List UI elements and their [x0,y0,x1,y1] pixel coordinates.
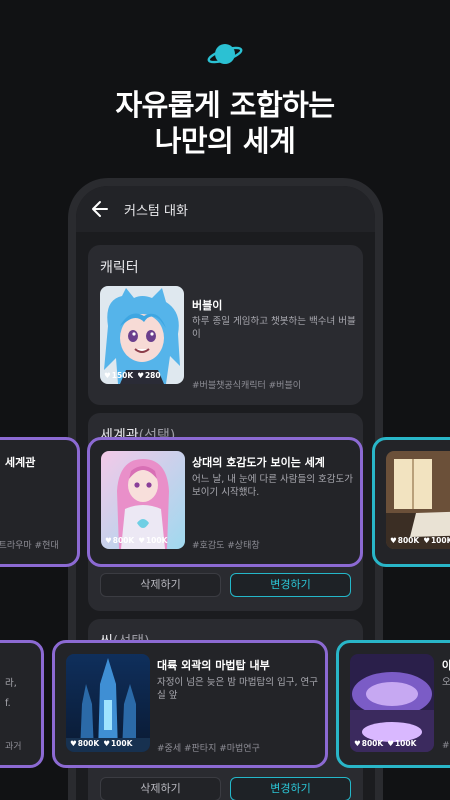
heart-icon: ♥ [105,536,112,545]
world-change-button[interactable]: 변경하기 [230,573,351,597]
scene-card-selected[interactable]: ♥ 800K ♥ 100K 대륙 외곽의 마법탑 내부 자정이 넘은 늦은 밤 마법… [52,640,328,768]
world-card-selected[interactable]: ♥ 800K ♥ 100K 상대의 호감도가 보이는 세계 어느 날, 내 눈에 다… [87,437,363,567]
views-count: 800K [397,536,420,545]
world-description: 어느 날, 내 눈에 다른 사람들의 호감도가 보이기 시작했다. [192,474,353,498]
views-count: 800K [77,739,100,748]
scene-right-tags: # [442,741,450,751]
heart-icon: ♥ [138,536,145,545]
scene-name: 대륙 외곽의 마법탑 내부 [157,659,270,672]
scene-left-tags: 과거 [5,742,22,752]
likes-count: 100K [110,739,133,748]
scene-right-stats: ♥ 800K ♥ 100K [354,739,416,748]
scene-card-right[interactable]: ♥800K ♥100K 아 오 # [336,640,450,768]
scene-stats: ♥ 800K ♥ 100K [70,739,132,748]
heart-icon: ♥ [387,739,394,748]
scene-delete-button[interactable]: 삭제하기 [100,777,221,800]
world-thumbnail: ♥ 800K ♥ 100K [101,451,185,549]
heart-icon: ♥ [390,536,397,545]
scene-right-desc: 오 [442,677,450,688]
heart-icon: ♥ [103,739,110,748]
character-panel: 캐릭터 ♥ 150K ♥ 280 버블이 하루 종일 게임하고 챗봇하는 백수녀… [88,245,363,405]
likes-count: 280 [144,371,161,380]
heart-icon: ♥ [354,739,361,748]
character-section-title: 캐릭터 [100,260,139,276]
world-card-right[interactable]: ♥800K ♥100K [372,437,450,567]
character-stats: ♥ 150K ♥ 280 [104,371,161,380]
heart-icon: ♥ [423,536,430,545]
world-left-name: 기 세계관 [0,456,36,469]
character-card[interactable]: ♥ 150K ♥ 280 버블이 하루 종일 게임하고 챗봇하는 백수녀 버블이 #… [88,275,363,395]
scene-right-thumbnail: ♥ 800K ♥ 100K [350,654,434,752]
world-stats: ♥ 800K ♥ 100K [105,536,167,545]
character-description: 하루 종일 게임하고 챗봇하는 백수녀 버블이 [192,316,356,340]
views-count: 800K [361,739,384,748]
scene-change-button[interactable]: 변경하기 [230,777,351,800]
scene-right-name: 아 [442,657,450,673]
character-name: 버블이 [192,299,223,312]
character-thumbnail: ♥ 150K ♥ 280 [100,286,184,384]
arrow-left-icon[interactable] [90,199,110,219]
world-delete-button[interactable]: 삭제하기 [100,573,221,597]
scene-left-desc-2: f. [5,698,11,709]
heart-icon: ♥ [70,739,77,748]
likes-count: 100K [394,739,417,748]
planet-icon [207,44,243,64]
top-bar: 커스텀 대화 [76,186,375,232]
heart-icon: ♥ [104,371,111,380]
heart-icon: ♥ [137,371,144,380]
views-count: 800K [112,536,135,545]
world-name: 상대의 호감도가 보이는 세계 [192,456,325,469]
likes-count: 100K [145,536,168,545]
hero-title-line2: 나만의 세계 [154,124,296,158]
scene-tags: #중세 #판타지 #마법연구 [157,744,260,754]
scene-card-left[interactable]: 라, f. 과거 [0,640,44,768]
scene-thumbnail: ♥ 800K ♥ 100K [66,654,150,752]
views-count: 150K [111,371,134,380]
page-title: 커스텀 대화 [124,204,188,219]
world-left-tags: #트라우마 #현대 [0,541,59,551]
character-tags: #버블챗공식캐릭터 #버블이 [192,381,302,391]
world-card-left[interactable]: 기 세계관 #트라우마 #현대 [0,437,80,567]
world-right-thumbnail: ♥800K ♥100K [386,451,450,549]
scene-left-desc-1: 라, [5,678,17,689]
world-tags: #호감도 #상태창 [192,541,260,551]
world-right-stats: ♥800K ♥100K [390,536,450,545]
scene-description: 자정이 넘은 늦은 밤 마법탑의 입구, 연구실 앞 [157,677,318,701]
likes-count: 100K [430,536,450,545]
